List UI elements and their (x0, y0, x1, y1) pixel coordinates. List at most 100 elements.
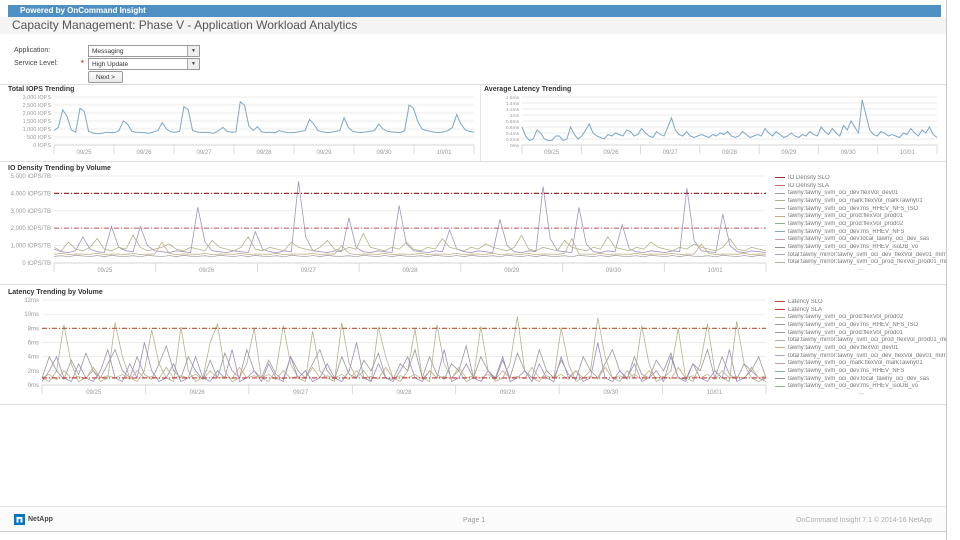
application-select[interactable]: Messaging ▼ (88, 45, 200, 57)
svg-text:10/01: 10/01 (900, 150, 916, 156)
legend-label: tawny:tawny_svm_oci_prod:flexVol_prod02 (788, 220, 904, 227)
io-density-chart: 5,000 IOPS/TB 4,000 IOPS/TB 3,000 IOPS/TB 2… (8, 173, 770, 281)
svg-text:2,000 IOPS/TB: 2,000 IOPS/TB (11, 226, 51, 232)
legend-item: tawny:tawny_svm_oci_dev:local_tawny_oci_… (775, 375, 946, 383)
divider (0, 84, 946, 85)
svg-text:09/30: 09/30 (841, 150, 857, 156)
svg-text:09/29: 09/29 (504, 268, 520, 274)
divider (0, 404, 946, 405)
legend-label: Latency SLA (788, 306, 823, 313)
latency-volume-chart: 12ms 10ms 8ms 6ms 4ms 2ms 0ms 09/25 09/26 09/27 09… (8, 297, 770, 403)
svg-text:10/01: 10/01 (707, 390, 723, 396)
legend-item: tawny:tawny_svm_oci_prod:flexVol_prod01 (775, 329, 946, 337)
legend-swatch (775, 339, 785, 341)
legend-label: total:tawny_mirror:tawny_svm_oci_dev_fle… (788, 352, 947, 359)
iops-chart: 3,000 IOPS 2,500 IOPS 2,000 IOPS 1,500 IOPS… (8, 94, 478, 163)
netapp-logo-icon (14, 514, 25, 525)
chevron-down-icon: ▼ (187, 59, 199, 69)
svg-text:12ms: 12ms (24, 298, 39, 304)
legend-swatch (775, 185, 785, 187)
svg-text:09/29: 09/29 (316, 150, 332, 156)
svg-text:09/26: 09/26 (190, 390, 206, 396)
legend-label: tawny:tawny_svm_oci_dev:ms_RHEV_NFS (788, 228, 905, 235)
copyright-text: OnCommand Insight 7.1 © 2014-16 NetApp (796, 517, 932, 524)
legend-item: total:tawny_mirror:tawny_svm_oci_dev_fle… (775, 352, 947, 360)
svg-text:1.4ms: 1.4ms (506, 101, 520, 107)
svg-text:09/28: 09/28 (396, 390, 412, 396)
legend-item: tawny:tawny_svm_oci_dev:flexVol_dev01 (775, 344, 946, 352)
svg-text:09/27: 09/27 (196, 150, 212, 156)
svg-text:09/27: 09/27 (293, 390, 309, 396)
chevron-down-icon: ▼ (187, 46, 199, 56)
svg-text:0ms: 0ms (28, 383, 39, 389)
svg-text:1,500 IOPS: 1,500 IOPS (23, 119, 52, 125)
legend-item: tawny:tawny_svm_oci_prod:flexVol_prod02 (775, 220, 946, 228)
service-level-select-value: High Update (92, 61, 129, 68)
legend-swatch (775, 309, 785, 311)
svg-text:10/01: 10/01 (436, 150, 452, 156)
legend-swatch (775, 200, 785, 202)
svg-text:1,000 IOPS/TB: 1,000 IOPS/TB (11, 244, 51, 250)
legend-label: tawny:tawny_svm_oci_mark:flexVol_markTaw… (788, 197, 923, 204)
svg-text:09/30: 09/30 (376, 150, 392, 156)
svg-text:09/28: 09/28 (402, 268, 418, 274)
legend-item: tawny:tawny_svm_oci_mark:flexVol_markTaw… (775, 197, 946, 205)
legend-swatch (775, 316, 785, 318)
io-density-legend: IO Density SLO IO Density SLA tawny:tawny_… (775, 174, 947, 282)
required-asterisk: * (81, 60, 84, 67)
legend-label: total:tawny_mirror:tawny_svm_oci_dev_fle… (788, 251, 947, 258)
svg-text:5,000 IOPS/TB: 5,000 IOPS/TB (11, 174, 51, 180)
legend-swatch (775, 362, 785, 364)
legend-item: tawny:tawny_svm_oci_dev:ms_RHEV_isoDB_vo (775, 243, 946, 251)
legend-item: IO Density SLO (775, 174, 946, 182)
legend-item: tawny:tawny_svm_oci_dev:ms_RHEV_NFS (775, 367, 946, 375)
svg-text:3,000 IOPS/TB: 3,000 IOPS/TB (11, 209, 51, 215)
legend-label: total:tawny_mirror:tawny_svm_oci_prod_fl… (788, 337, 947, 344)
legend-label: Latency SLO (788, 298, 823, 305)
svg-text:09/26: 09/26 (603, 150, 619, 156)
netapp-brand-text: NetApp (28, 516, 53, 523)
svg-text:4,000 IOPS/TB: 4,000 IOPS/TB (11, 191, 51, 197)
legend-swatch (775, 385, 785, 387)
legend-item: tawny:tawny_svm_oci_prod:flexVol_prod02 (775, 313, 946, 321)
svg-text:8ms: 8ms (28, 326, 39, 332)
legend-label: tawny:tawny_svm_oci_dev:local_tawny_oci_… (788, 375, 930, 382)
svg-text:500 IOPS: 500 IOPS (27, 135, 51, 141)
svg-text:0 IOPS/TB: 0 IOPS/TB (22, 261, 51, 267)
svg-text:09/29: 09/29 (781, 150, 797, 156)
legend-item: tawny:tawny_svm_oci_prod:flexVol_prod01 (775, 212, 946, 220)
svg-text:3,000 IOPS: 3,000 IOPS (23, 95, 52, 101)
legend-label: tawny:tawny_svm_oci_mark:flexVol_markTaw… (788, 360, 923, 367)
legend-label: tawny:tawny_svm_oci_dev:flexVol_dev01 (788, 190, 899, 197)
legend-item: tawny:tawny_svm_oci_dev:flexVol_dev01 (775, 189, 946, 197)
svg-text:09/25: 09/25 (86, 390, 102, 396)
svg-text:10ms: 10ms (24, 312, 39, 318)
legend-swatch (775, 231, 785, 233)
legend-swatch (775, 254, 785, 256)
next-button[interactable]: Next > (88, 71, 123, 83)
service-level-select[interactable]: High Update ▼ (88, 58, 200, 70)
legend-swatch (775, 378, 785, 380)
legend-label: IO Density SLA (788, 182, 830, 189)
netapp-brand: NetApp (14, 514, 53, 525)
legend-item: Latency SLA (775, 306, 946, 314)
svg-text:09/25: 09/25 (97, 268, 113, 274)
legend-label: IO Density SLO (788, 174, 830, 181)
legend-item: total:tawny_mirror:tawny_svm_oci_dev_fle… (775, 251, 947, 259)
legend-swatch (775, 192, 785, 194)
svg-text:09/27: 09/27 (301, 268, 317, 274)
svg-text:09/25: 09/25 (544, 150, 560, 156)
legend-label: tawny:tawny_svm_oci_prod:flexVol_prod02 (788, 314, 904, 321)
svg-text:09/30: 09/30 (606, 268, 622, 274)
legend-label: tawny:tawny_svm_oci_dev:ms_RHEV_NFS (788, 368, 905, 375)
svg-text:0 IOPS: 0 IOPS (33, 143, 51, 149)
page-number: Page 1 (463, 517, 486, 524)
legend-swatch (775, 332, 785, 334)
legend-label: tawny:tawny_svm_oci_dev:ms_RHEV_isoDB_vo (788, 383, 919, 390)
svg-text:09/25: 09/25 (76, 150, 92, 156)
legend-label: tawny:tawny_svm_oci_dev:local_tawny_oci_… (788, 236, 930, 243)
svg-text:09/28: 09/28 (722, 150, 738, 156)
report-footer: NetApp Page 1 OnCommand Insight 7.1 © 20… (0, 506, 946, 532)
legend-label: tawny:tawny_svm_oci_prod:flexVol_prod01 (788, 329, 904, 336)
legend-swatch (775, 355, 785, 357)
